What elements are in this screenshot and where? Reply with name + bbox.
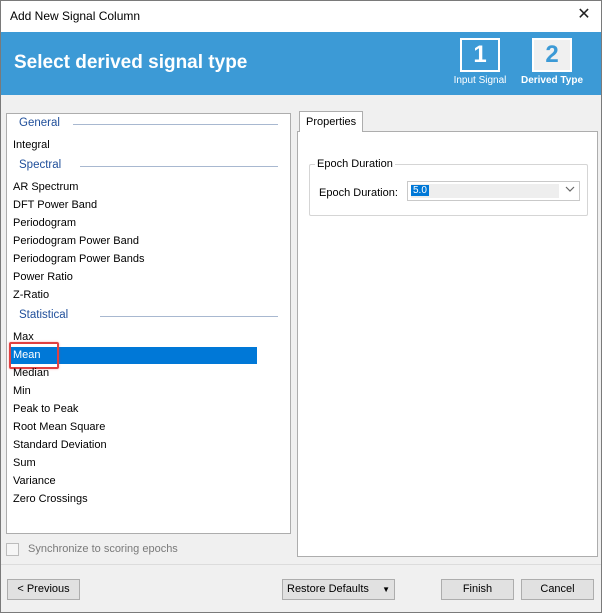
group-header-general: General (19, 117, 60, 129)
sync-checkbox-row[interactable]: Synchronize to scoring epochs (6, 541, 178, 557)
properties-panel: Properties Epoch Duration Epoch Duration… (297, 111, 598, 557)
step-label: Input Signal (453, 75, 507, 86)
list-item[interactable]: DFT Power Band (9, 197, 257, 214)
finish-button[interactable]: Finish (441, 579, 514, 600)
list-item[interactable]: AR Spectrum (9, 179, 257, 196)
group-header-statistical: Statistical (19, 309, 69, 321)
step-label: Derived Type (520, 75, 584, 86)
properties-tab-body: Epoch Duration Epoch Duration: 5.0 (297, 131, 598, 557)
step-number: 2 (532, 38, 572, 72)
sync-checkbox[interactable] (6, 542, 19, 556)
list-item[interactable]: Median (9, 365, 257, 382)
list-item[interactable]: Min (9, 383, 257, 400)
list-item[interactable]: Periodogram (9, 215, 257, 232)
epoch-duration-value: 5.0 (411, 184, 559, 198)
list-item[interactable]: Sum (9, 455, 257, 472)
list-item[interactable]: Standard Deviation (9, 437, 257, 454)
list-item[interactable]: Periodogram Power Bands (9, 251, 257, 268)
group-header-spectral: Spectral (19, 159, 62, 171)
group-title: Epoch Duration (315, 158, 395, 170)
epoch-duration-select[interactable]: 5.0 (407, 181, 580, 201)
step-input-signal: 1 Input Signal (445, 38, 515, 86)
group-divider (79, 166, 278, 167)
list-item[interactable]: Zero Crossings (9, 491, 257, 508)
step-number: 1 (460, 38, 500, 72)
previous-button[interactable]: < Previous (7, 579, 80, 600)
restore-defaults-button[interactable]: Restore Defaults ▼ (282, 579, 395, 600)
title-bar: Add New Signal Column ✕ (1, 1, 601, 32)
chevron-down-icon[interactable] (563, 184, 577, 198)
epoch-duration-value-text: 5.0 (411, 185, 429, 196)
epoch-duration-label: Epoch Duration: (319, 187, 398, 199)
step-derived-type: 2 Derived Type (517, 38, 587, 86)
epoch-duration-group: Epoch Duration Epoch Duration: 5.0 (309, 158, 588, 216)
list-item[interactable]: Integral (9, 137, 257, 154)
footer-divider (1, 564, 601, 565)
list-item[interactable]: Mean (9, 347, 257, 364)
list-item[interactable]: Variance (9, 473, 257, 490)
window-title: Add New Signal Column (10, 9, 141, 23)
page-title: Select derived signal type (14, 52, 248, 73)
close-icon[interactable]: ✕ (575, 6, 593, 24)
list-item[interactable]: Peak to Peak (9, 401, 257, 418)
signal-type-list[interactable]: General Integral Spectral AR Spectrum DFT Po… (6, 113, 291, 534)
sync-checkbox-label: Synchronize to scoring epochs (28, 543, 178, 555)
group-divider (99, 316, 278, 317)
wizard-banner: Select derived signal type 1 Input Signa… (1, 32, 601, 95)
list-item[interactable]: Z-Ratio (9, 287, 257, 304)
list-item[interactable]: Periodogram Power Band (9, 233, 257, 250)
dropdown-arrow-icon[interactable]: ▼ (382, 580, 390, 599)
dialog-window: Add New Signal Column ✕ Select derived s… (0, 0, 602, 613)
cancel-button[interactable]: Cancel (521, 579, 594, 600)
list-item[interactable]: Power Ratio (9, 269, 257, 286)
list-item[interactable]: Max (9, 329, 257, 346)
group-divider (73, 124, 278, 125)
tab-properties[interactable]: Properties (299, 111, 364, 132)
restore-defaults-label: Restore Defaults (287, 583, 369, 595)
list-item[interactable]: Root Mean Square (9, 419, 257, 436)
